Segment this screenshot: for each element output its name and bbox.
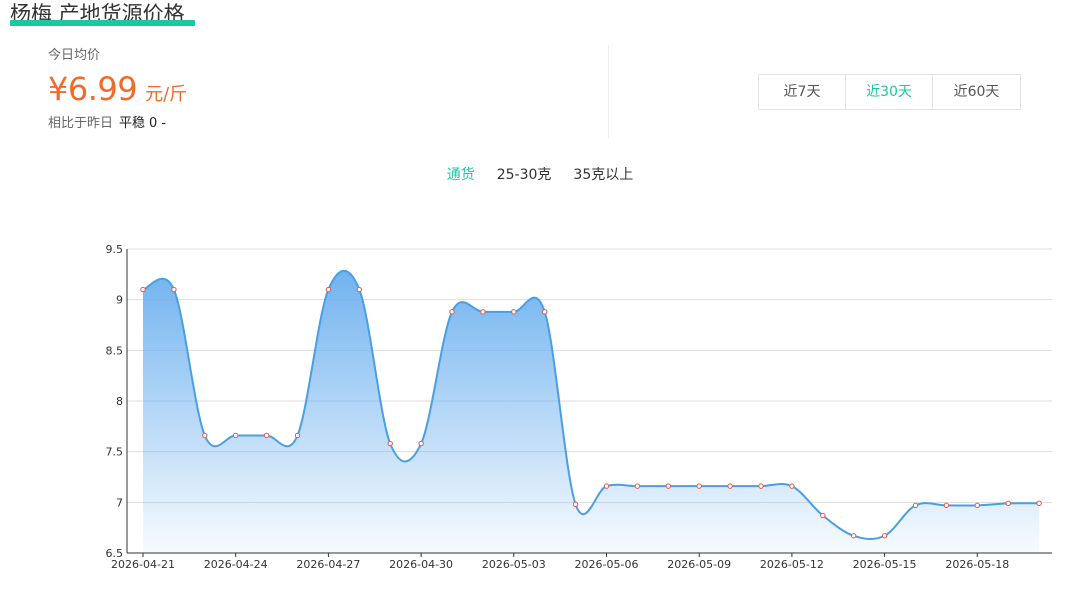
x-tick-labels: 2026-04-21 2026-04-24 2026-04-27 2026-04-30… [111, 558, 1009, 571]
price-area [143, 270, 1040, 553]
data-point-marker[interactable] [851, 533, 857, 539]
data-point-marker[interactable] [294, 432, 301, 439]
data-point-marker[interactable] [881, 533, 888, 539]
data-point-marker[interactable] [943, 502, 950, 509]
data-point-marker[interactable] [325, 286, 332, 293]
data-point-marker[interactable] [974, 502, 980, 509]
data-point-marker[interactable] [603, 483, 610, 489]
x-tick-label: 2026-05-18 [945, 558, 1009, 571]
x-tick-label: 2026-05-06 [575, 558, 639, 571]
y-tick-label: 7 [116, 496, 123, 509]
x-tick-label: 2026-05-03 [482, 558, 546, 571]
data-point-marker[interactable] [789, 483, 795, 489]
x-tick-label: 2026-05-09 [667, 558, 731, 571]
data-point-marker[interactable] [665, 483, 671, 489]
data-point-marker[interactable] [356, 286, 362, 293]
data-point-marker[interactable] [140, 286, 146, 293]
data-point-marker[interactable] [1036, 500, 1042, 507]
data-point-marker[interactable] [233, 432, 239, 439]
data-point-marker[interactable] [418, 440, 424, 447]
data-point-marker[interactable] [696, 483, 702, 489]
y-tick-label: 8 [116, 395, 123, 408]
data-point-marker[interactable] [511, 309, 517, 315]
data-point-marker[interactable] [758, 483, 764, 489]
data-point-marker[interactable] [912, 502, 919, 509]
x-tick-label: 2026-05-12 [760, 558, 824, 571]
data-point-marker[interactable] [820, 512, 826, 519]
x-tick-label: 2026-04-27 [296, 558, 360, 571]
x-tick-label: 2026-05-15 [853, 558, 917, 571]
data-point-marker[interactable] [387, 440, 393, 447]
data-point-marker[interactable] [449, 309, 455, 315]
data-point-marker[interactable] [1005, 500, 1011, 507]
data-point-marker[interactable] [634, 483, 641, 489]
data-point-marker[interactable] [572, 501, 579, 508]
data-point-marker[interactable] [480, 309, 486, 315]
x-tick-label: 2026-04-21 [111, 558, 175, 571]
data-point-marker[interactable] [542, 309, 548, 315]
x-tick-label: 2026-04-24 [204, 558, 268, 571]
y-tick-labels: 6.577.588.599.5 [106, 243, 124, 560]
y-tick-label: 8.5 [106, 344, 124, 357]
data-point-marker[interactable] [171, 286, 177, 293]
y-tick-label: 7.5 [106, 446, 124, 459]
data-point-marker[interactable] [263, 432, 270, 439]
y-tick-label: 9 [116, 294, 123, 307]
area-fill-layer [143, 270, 1040, 553]
data-point-marker[interactable] [727, 483, 733, 489]
x-tick-label: 2026-04-30 [389, 558, 453, 571]
price-area-chart: 6.577.588.599.5 2026-04-21 2026-04-24 2026… [106, 243, 1052, 571]
y-tick-label: 9.5 [106, 243, 124, 256]
data-point-marker[interactable] [202, 432, 208, 439]
